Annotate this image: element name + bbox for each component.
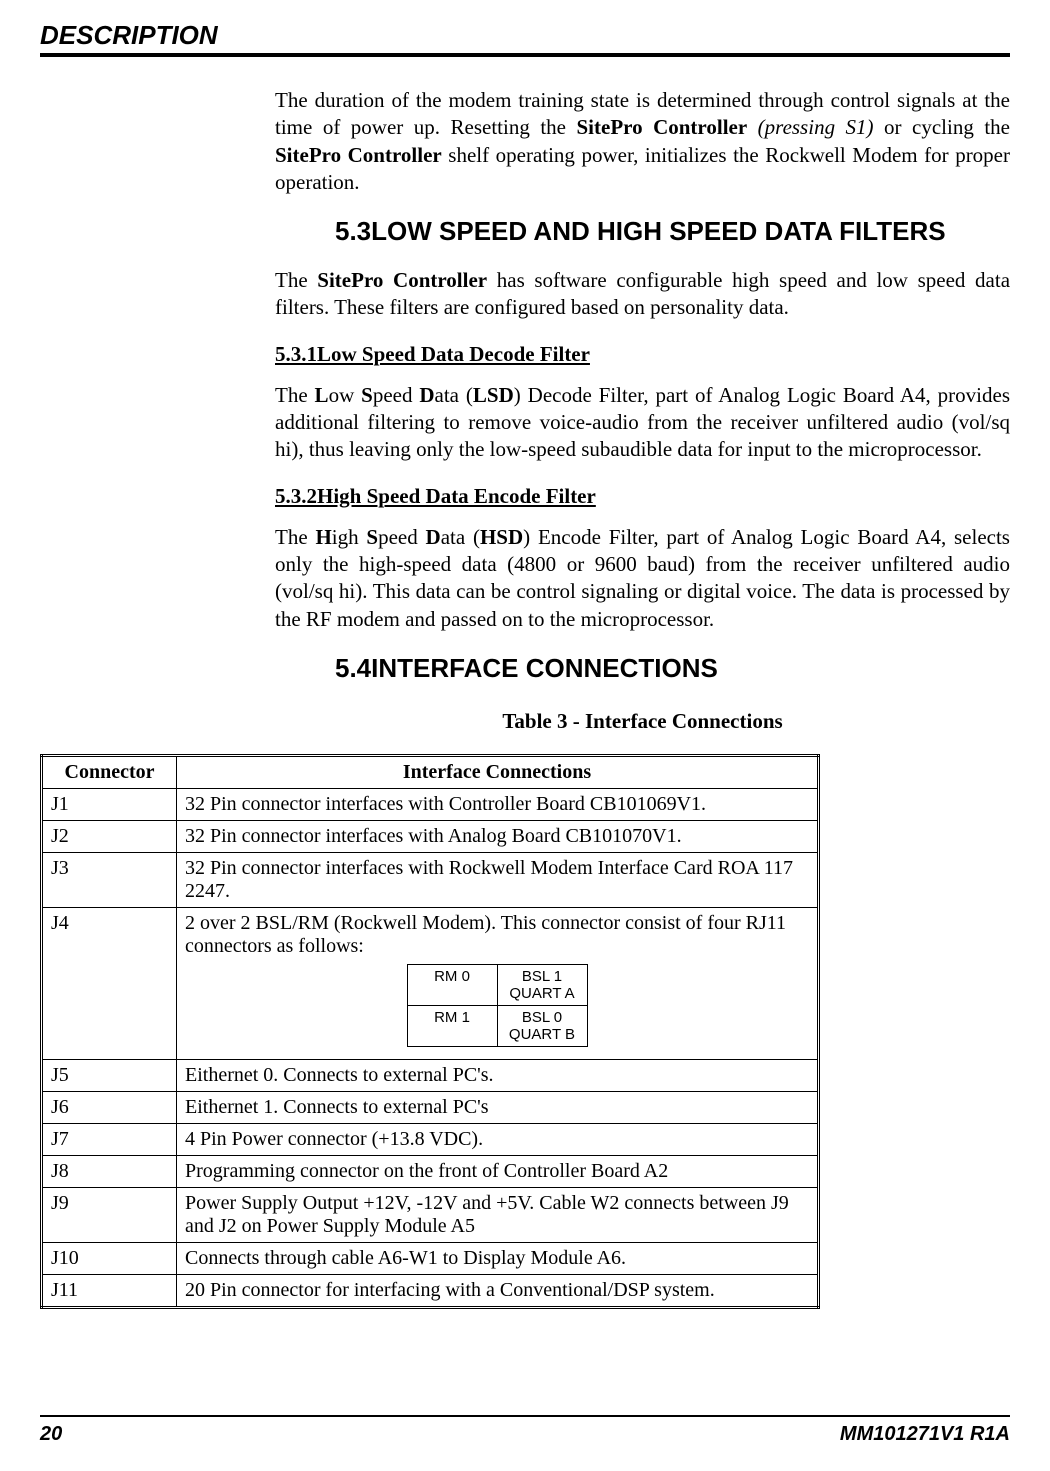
cell-desc: 20 Pin connector for interfacing with a … [177,1274,819,1307]
j4-text: 2 over 2 BSL/RM (Rockwell Modem). This c… [185,912,786,957]
cell-conn: J3 [42,852,177,907]
cell-desc: 32 Pin connector interfaces with Rockwel… [177,852,819,907]
th-interface: Interface Connections [177,755,819,788]
table-header-row: Connector Interface Connections [42,755,819,788]
doc-id: MM101271V1 R1A [840,1423,1010,1446]
cell-desc: Programming connector on the front of Co… [177,1155,819,1187]
table-row: J10 Connects through cable A6-W1 to Disp… [42,1242,819,1274]
cell-desc: 32 Pin connector interfaces with Control… [177,788,819,820]
cell-conn: J7 [42,1123,177,1155]
text: peed [373,383,420,407]
text: peed [378,525,425,549]
para-lsd: The Low Speed Data (LSD) Decode Filter, … [275,382,1010,464]
table-row: J11 20 Pin connector for interfacing wit… [42,1274,819,1307]
cell-desc-j4: 2 over 2 BSL/RM (Rockwell Modem). This c… [177,907,819,1059]
text-bold: SitePro Controller [317,268,487,292]
cell-desc: Eithernet 1. Connects to external PC's [177,1091,819,1123]
text-bold: LSD [473,383,514,407]
interface-connections-table: Connector Interface Connections J1 32 Pi… [40,754,820,1309]
text: The [275,525,315,549]
table-caption: Table 3 - Interface Connections [275,709,1010,734]
text: igh [332,525,367,549]
text-bold: S [366,525,378,549]
para-filters-intro: The SitePro Controller has software conf… [275,267,1010,322]
cell-conn: J5 [42,1059,177,1091]
text-bold: S [361,383,373,407]
inner-cell: BSL 0 QUART B [497,1005,587,1046]
cell-desc: Power Supply Output +12V, -12V and +5V. … [177,1187,819,1242]
text: The [275,383,315,407]
table-row: J4 2 over 2 BSL/RM (Rockwell Modem). Thi… [42,907,819,1059]
text-bold: SitePro Controller [577,115,748,139]
table-row: J8 Programming connector on the front of… [42,1155,819,1187]
cell-conn: J2 [42,820,177,852]
text-bold: SitePro Controller [275,143,442,167]
text-bold: D [426,525,441,549]
text-italic: (pressing S1) [747,115,873,139]
cell-conn: J10 [42,1242,177,1274]
heading-5-3: 5.3LOW SPEED AND HIGH SPEED DATA FILTERS [275,216,1010,247]
bsl-line2: QUART B [509,1026,575,1043]
text: ata ( [441,525,480,549]
inner-row: RM 0 BSL 1 QUART A [407,964,587,1005]
cell-conn: J6 [42,1091,177,1123]
page-header-title: DESCRIPTION [40,20,1010,51]
text-bold: H [315,525,331,549]
header-rule [40,53,1010,57]
bsl-line2: QUART A [509,985,574,1002]
heading-5-4: 5.4INTERFACE CONNECTIONS [275,653,1010,684]
inner-row: RM 1 BSL 0 QUART B [407,1005,587,1046]
text-bold: D [419,383,434,407]
table-row: J7 4 Pin Power connector (+13.8 VDC). [42,1123,819,1155]
text-bold: HSD [480,525,523,549]
table-row: J6 Eithernet 1. Connects to external PC'… [42,1091,819,1123]
table-row: J5 Eithernet 0. Connects to external PC'… [42,1059,819,1091]
cell-desc: Eithernet 0. Connects to external PC's. [177,1059,819,1091]
heading-5-3-2: 5.3.2High Speed Data Encode Filter [275,484,1010,509]
para-hsd: The High Speed Data (HSD) Encode Filter,… [275,524,1010,633]
cell-conn: J4 [42,907,177,1059]
para-modem-training: The duration of the modem training state… [275,87,1010,196]
table-row: J1 32 Pin connector interfaces with Cont… [42,788,819,820]
cell-conn: J1 [42,788,177,820]
page-footer: 20 MM101271V1 R1A [40,1415,1010,1446]
bsl-line1: BSL 0 [522,1009,562,1026]
cell-conn: J11 [42,1274,177,1307]
table-row: J3 32 Pin connector interfaces with Rock… [42,852,819,907]
text: ow [329,383,362,407]
text: ata ( [435,383,473,407]
cell-desc: 4 Pin Power connector (+13.8 VDC). [177,1123,819,1155]
cell-desc: 32 Pin connector interfaces with Analog … [177,820,819,852]
heading-5-3-1: 5.3.1Low Speed Data Decode Filter [275,342,1010,367]
cell-conn: J9 [42,1187,177,1242]
table-row: J9 Power Supply Output +12V, -12V and +5… [42,1187,819,1242]
inner-cell: BSL 1 QUART A [497,964,587,1005]
text: or cycling the [874,115,1010,139]
cell-desc: Connects through cable A6-W1 to Display … [177,1242,819,1274]
inner-cell: RM 1 [407,1005,497,1046]
j4-inner-table: RM 0 BSL 1 QUART A RM 1 BSL 0 QUART B [407,964,588,1047]
table-row: J2 32 Pin connector interfaces with Anal… [42,820,819,852]
text: The [275,268,317,292]
content-area: The duration of the modem training state… [275,87,1010,734]
text-bold: L [315,383,329,407]
th-connector: Connector [42,755,177,788]
page-number: 20 [40,1423,62,1446]
bsl-line1: BSL 1 [522,968,562,985]
cell-conn: J8 [42,1155,177,1187]
inner-cell: RM 0 [407,964,497,1005]
